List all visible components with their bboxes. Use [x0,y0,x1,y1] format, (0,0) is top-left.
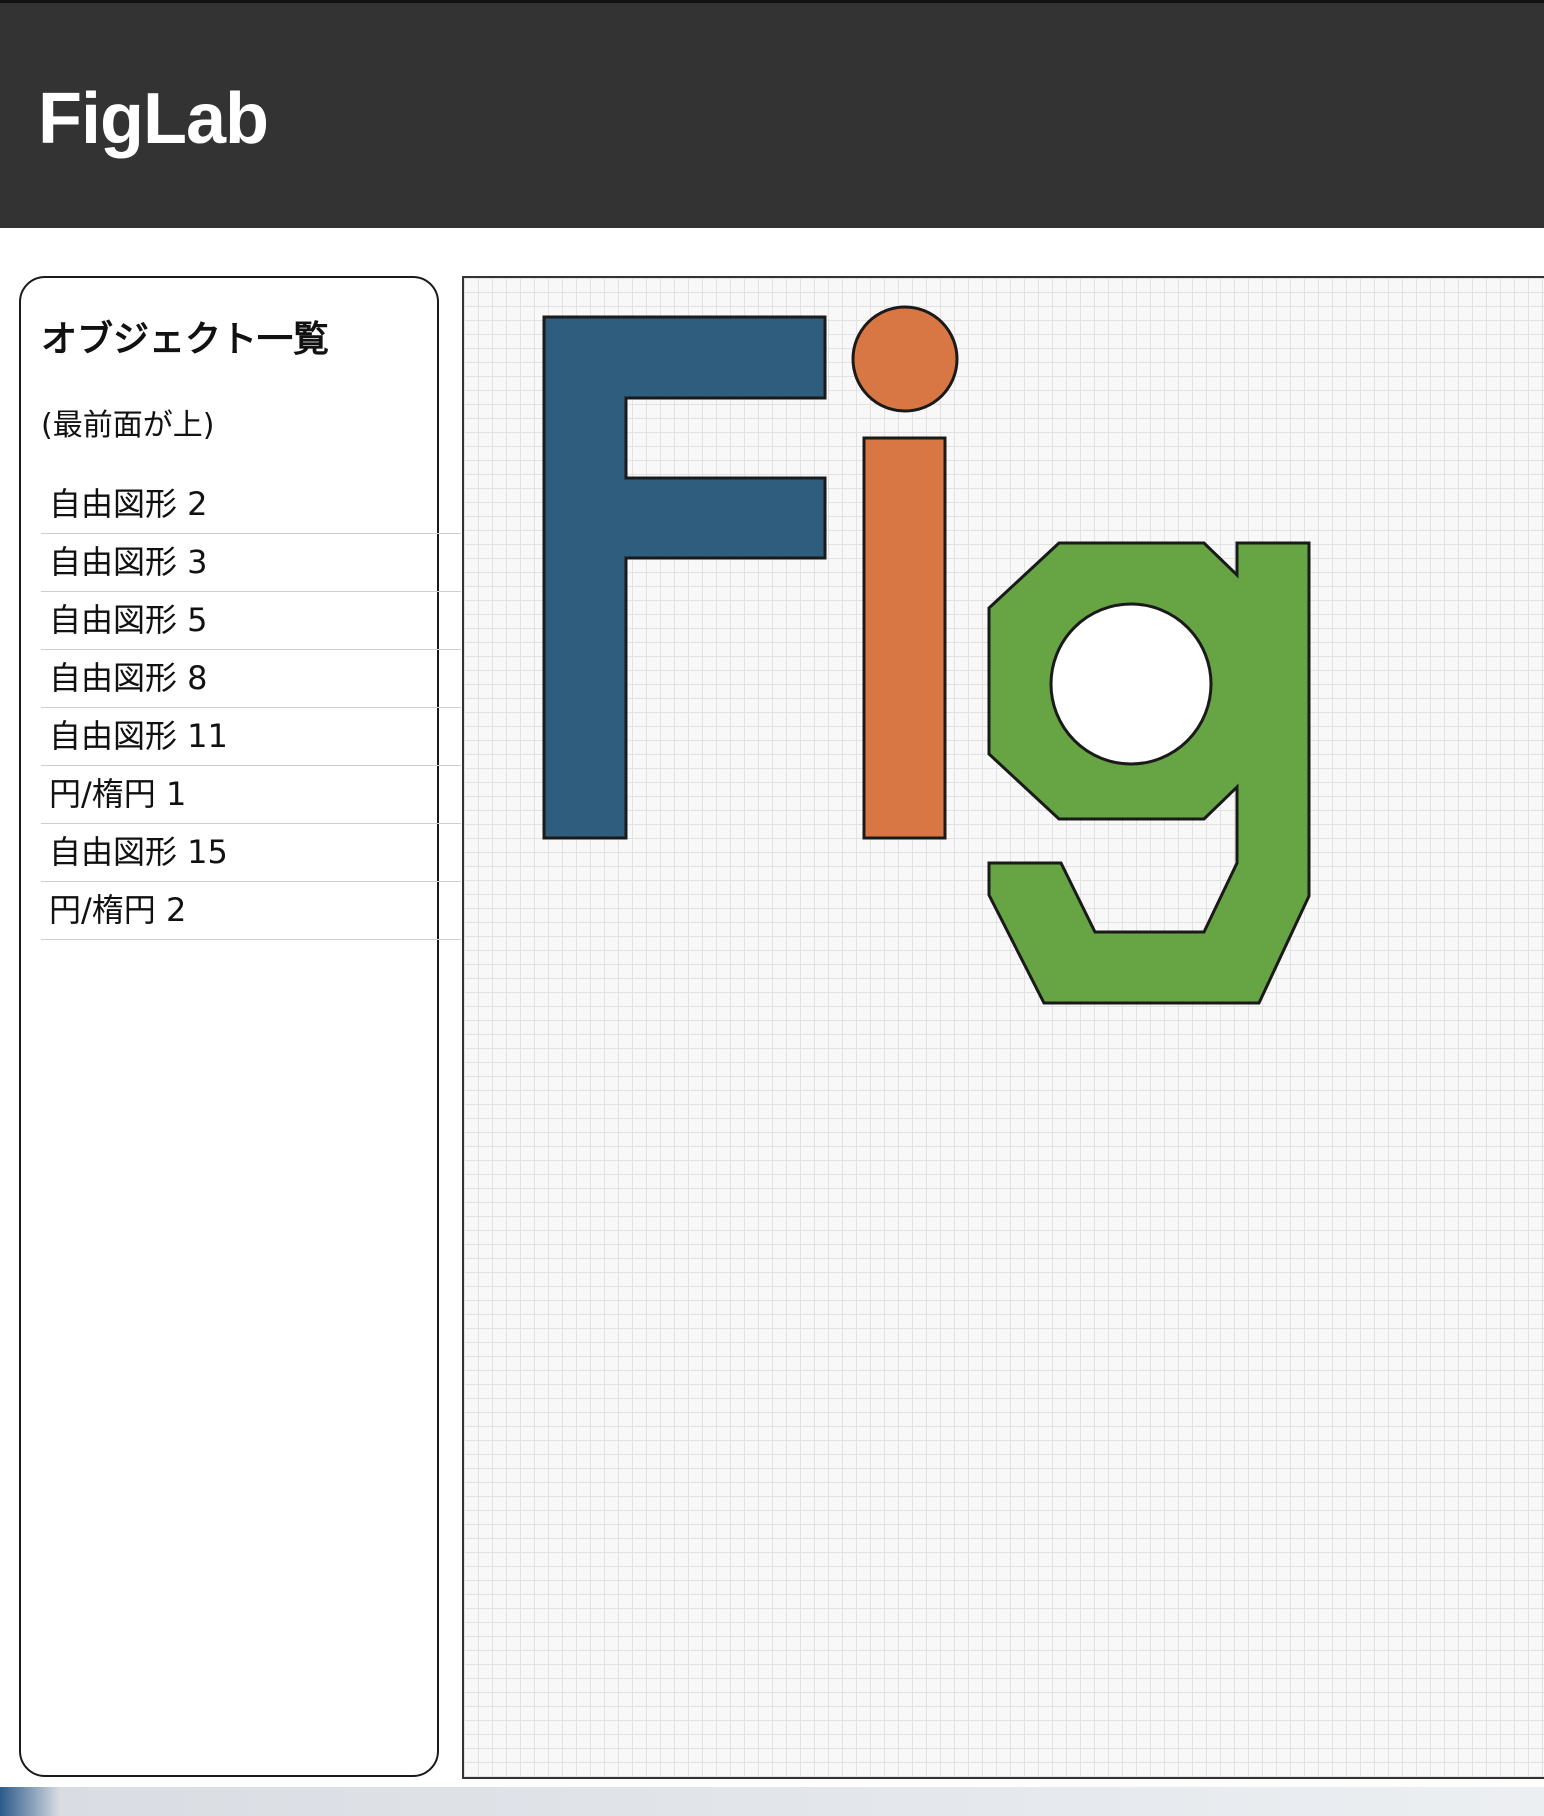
letter-f-shape[interactable] [542,315,827,840]
object-list-item[interactable]: 円/楕円 2 [41,882,461,940]
panel-title: オブジェクト一覧 [41,319,330,360]
letter-i-stem-shape[interactable] [862,436,947,840]
letter-g-hole-shape[interactable] [1049,602,1213,766]
letter-i-dot-shape[interactable] [851,305,959,413]
canvas-svg [542,305,1311,1005]
drawing-canvas[interactable] [462,276,1544,1779]
object-list-item[interactable]: 自由図形 5 [41,592,461,650]
panel-subtitle: (最前面が上) [41,408,215,443]
object-list-item[interactable]: 自由図形 15 [41,824,461,882]
object-list-panel: オブジェクト一覧 (最前面が上) 自由図形 2 自由図形 3 自由図形 5 自由… [19,276,461,1777]
object-list-item[interactable]: 自由図形 11 [41,708,461,766]
object-list-item[interactable]: 自由図形 3 [41,534,461,592]
app-title: FigLab [38,79,269,159]
window-bottom-strip [0,1787,1544,1816]
object-list-item[interactable]: 円/楕円 1 [41,766,461,824]
object-list-item[interactable]: 自由図形 2 [41,476,461,534]
object-list-item[interactable]: 自由図形 8 [41,650,461,708]
app-header: FigLab [0,3,1544,228]
object-list: 自由図形 2 自由図形 3 自由図形 5 自由図形 8 自由図形 11 円/楕円… [41,476,461,940]
